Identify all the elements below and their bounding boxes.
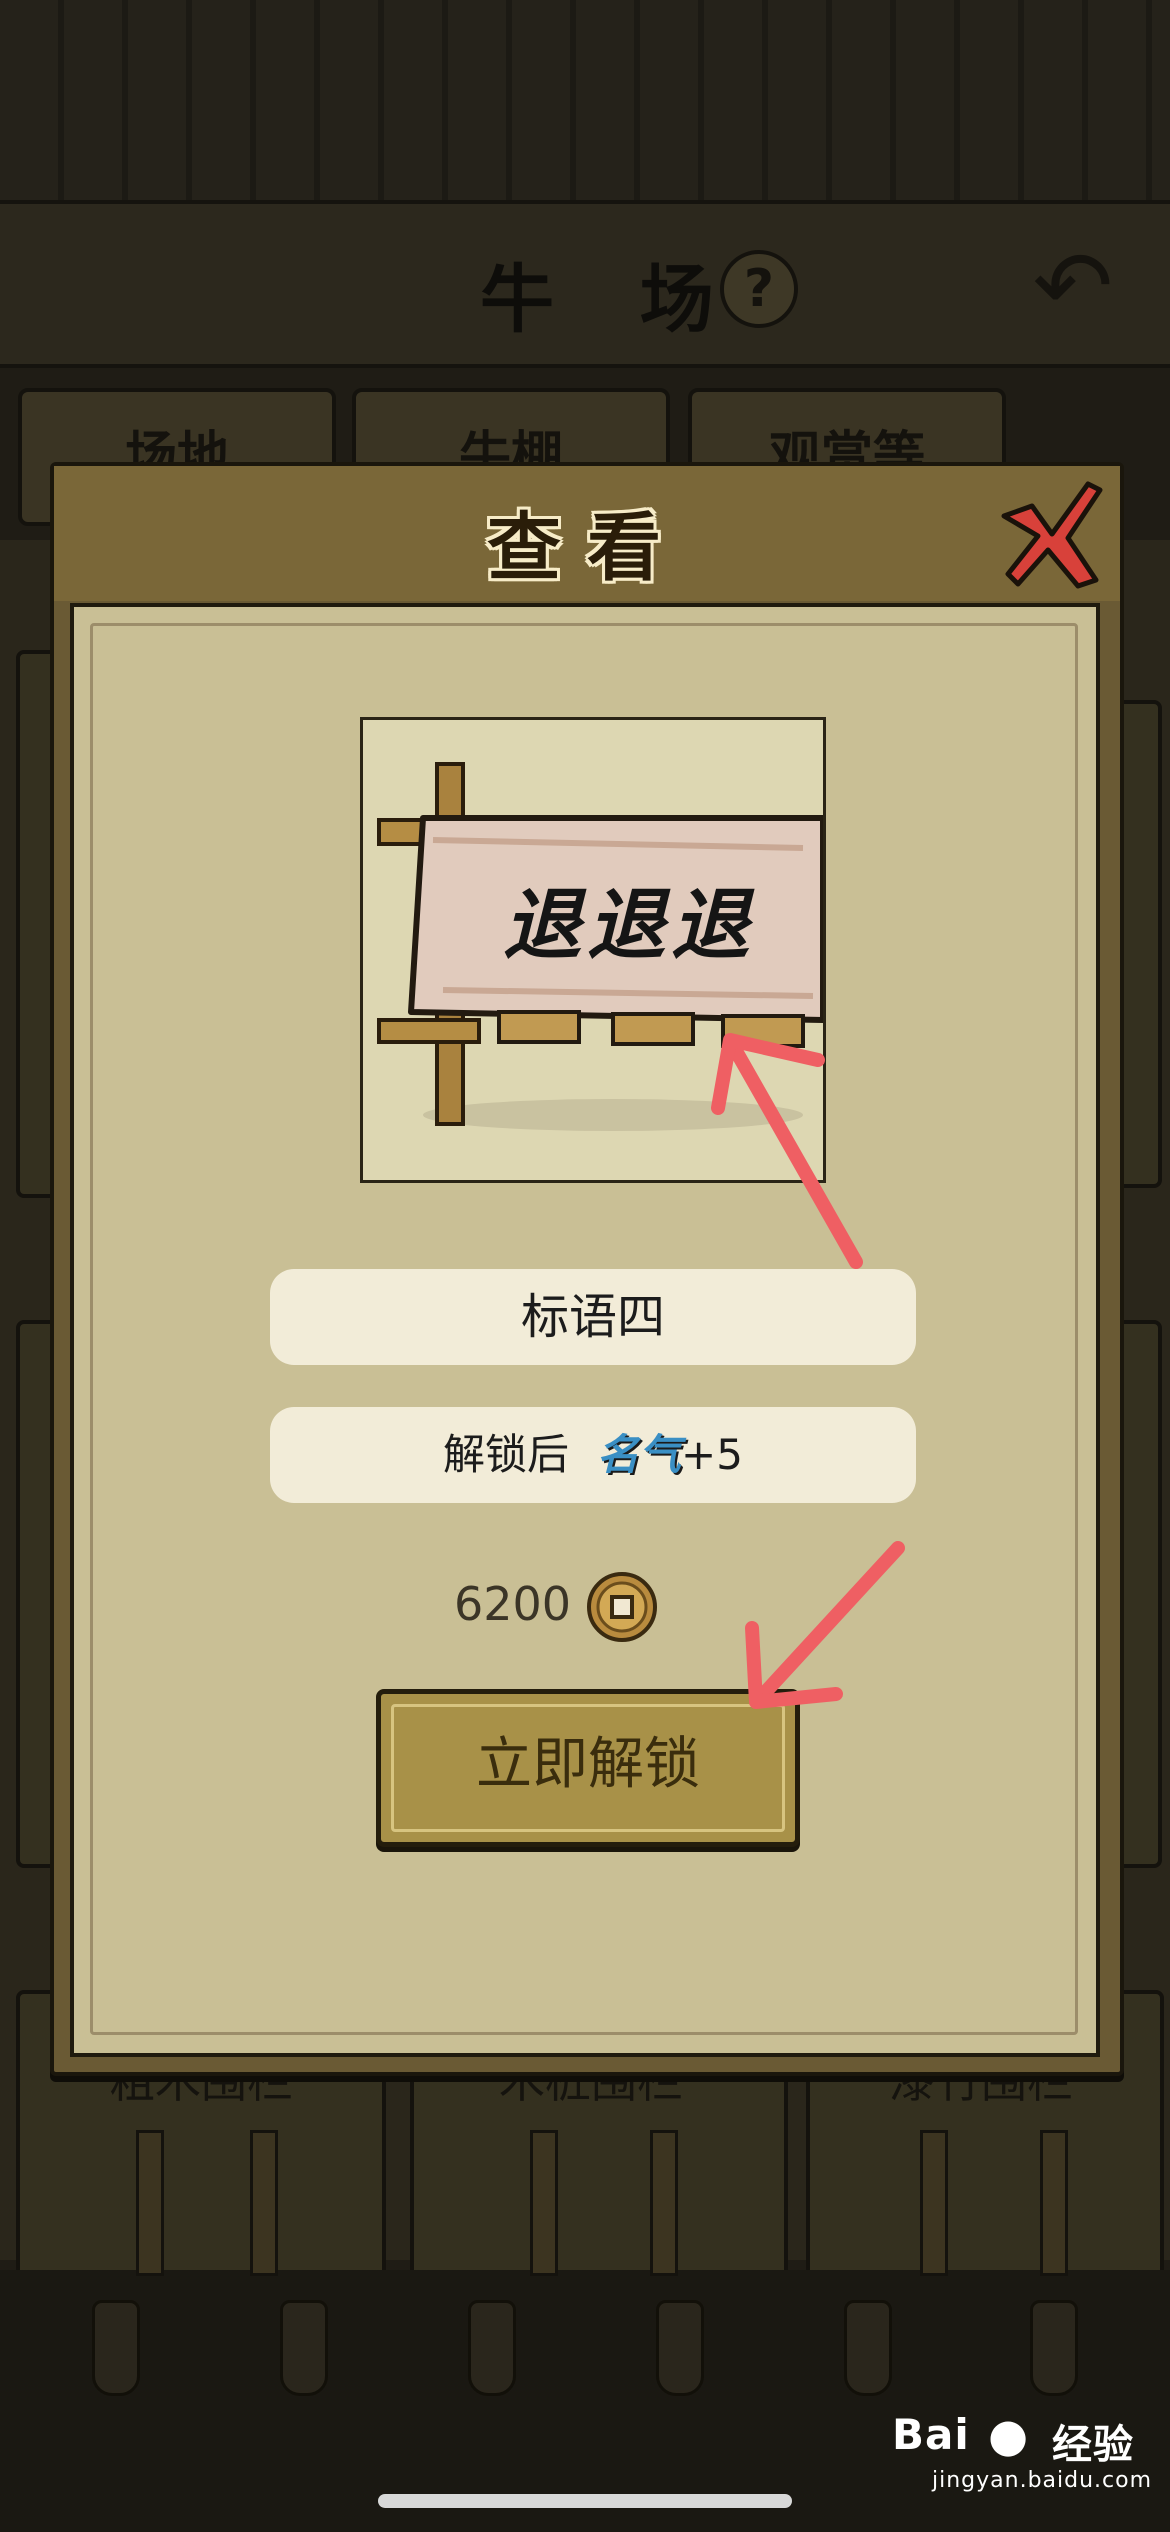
close-icon	[1001, 481, 1103, 589]
background-wall	[0, 0, 1170, 200]
fence-post	[530, 2130, 558, 2276]
unlock-effect-prefix: 解锁后	[443, 1430, 570, 1479]
unlock-now-label: 立即解锁	[391, 1704, 785, 1832]
fence-post	[1040, 2130, 1068, 2276]
fence-post	[250, 2130, 278, 2276]
item-name: 标语四	[270, 1269, 916, 1365]
nav-slot	[280, 2300, 328, 2396]
price-row: 6200	[454, 1567, 734, 1647]
baidu-jingyan-watermark: Bai ● 经验 jingyan.baidu.com	[892, 2408, 1153, 2500]
help-icon[interactable]: ?	[720, 250, 798, 328]
close-button[interactable]	[992, 476, 1108, 592]
nav-slot	[656, 2300, 704, 2396]
coin-icon	[587, 1572, 657, 1642]
screen-title: 牛 场	[480, 257, 744, 343]
watermark-url: jingyan.baidu.com	[932, 2468, 1153, 2493]
view-dialog: 查看 退退退 标语四 解锁后 名气+5 6200 立即解锁	[50, 462, 1124, 2076]
fence-post	[136, 2130, 164, 2276]
dialog-body: 退退退 标语四 解锁后 名气+5 6200 立即解锁	[70, 603, 1100, 2057]
unlock-now-button[interactable]: 立即解锁	[376, 1689, 800, 1847]
fame-bonus: +5	[681, 1430, 743, 1479]
dialog-title: 查看	[487, 505, 687, 591]
banner-text: 退退退	[503, 880, 755, 971]
nav-slot	[1030, 2300, 1078, 2396]
fence-post	[650, 2130, 678, 2276]
nav-slot	[468, 2300, 516, 2396]
banner-illustration: 退退退	[377, 762, 826, 1131]
price-value: 6200	[454, 1577, 572, 1631]
item-preview: 退退退	[360, 717, 826, 1183]
back-arrow-icon[interactable]: ↶	[1008, 238, 1138, 334]
watermark-brand: Bai	[892, 2410, 970, 2459]
fence-post	[920, 2130, 948, 2276]
home-indicator[interactable]	[378, 2494, 792, 2508]
watermark-brand-cn: 经验	[1052, 2422, 1134, 2468]
nav-slot	[844, 2300, 892, 2396]
fame-stat-label: 名气	[597, 1430, 682, 1479]
nav-slot	[92, 2300, 140, 2396]
unlock-effect: 解锁后 名气+5	[270, 1407, 916, 1503]
paw-icon: ●	[988, 2408, 1030, 2462]
